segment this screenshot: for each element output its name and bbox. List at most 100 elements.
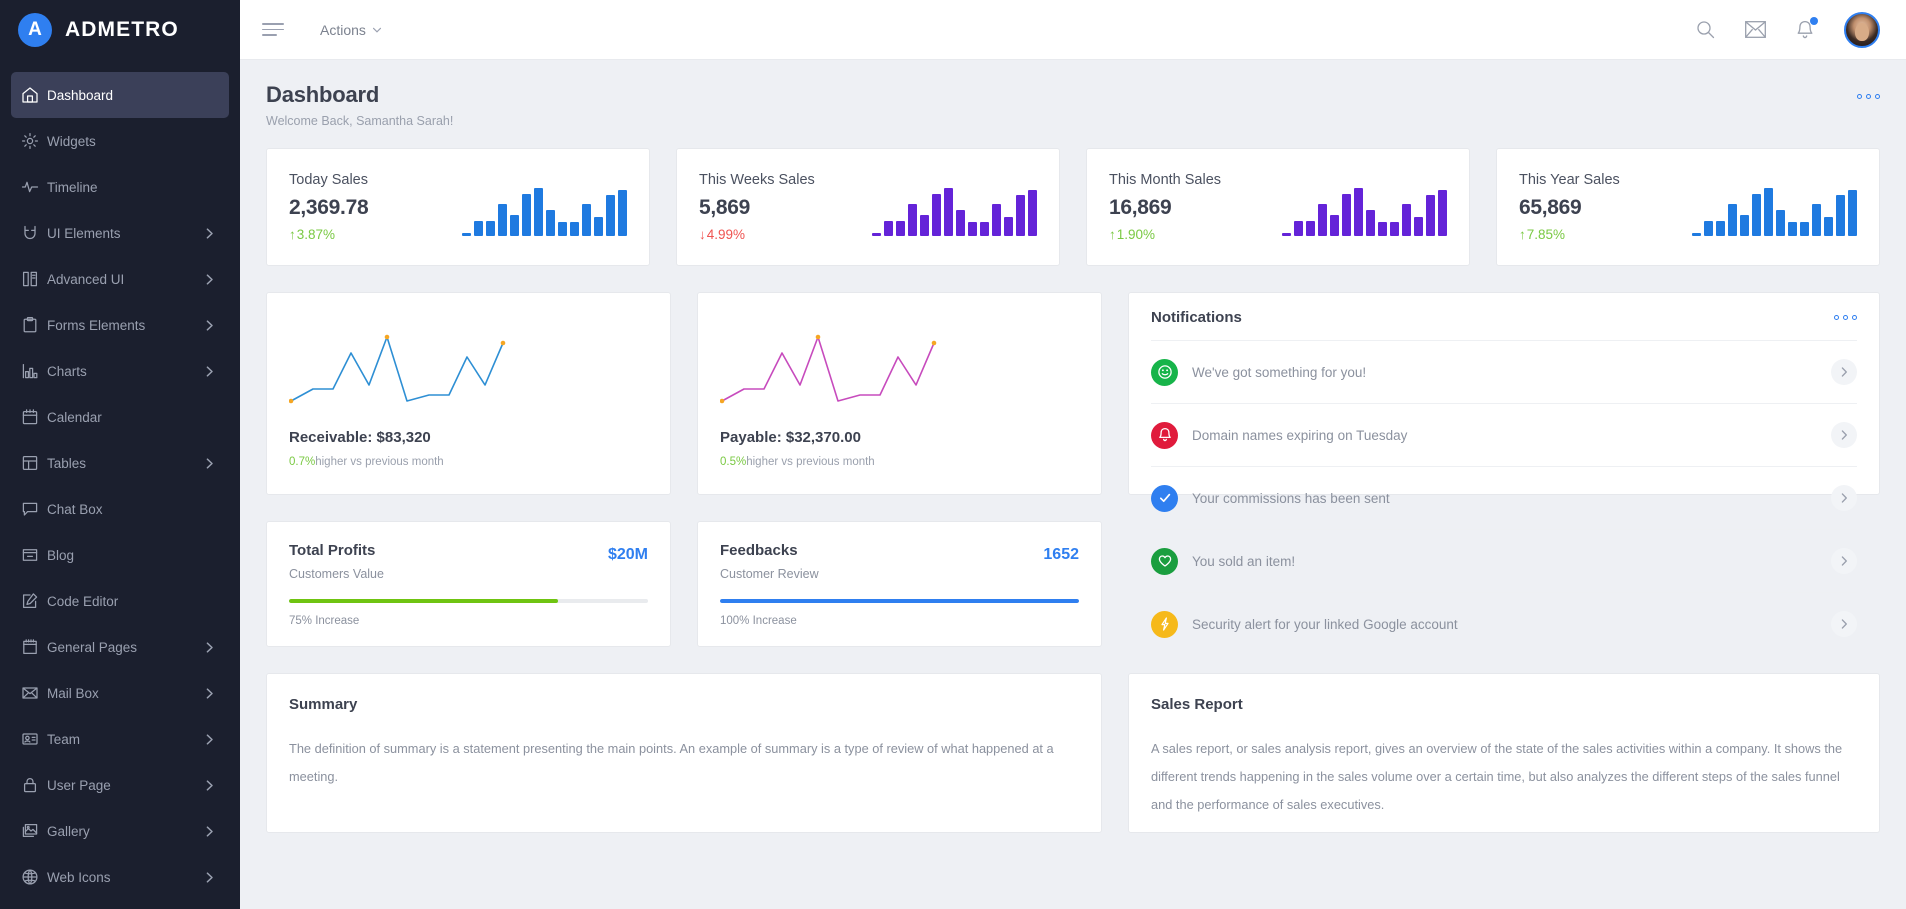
sidebar-item-label: Chat Box (47, 502, 219, 517)
progress-card: Total Profits Customers Value $20M 75% I… (266, 521, 671, 647)
spark-bar (510, 215, 519, 236)
sidebar-item-tables[interactable]: Tables (11, 440, 229, 486)
spark-bar (932, 194, 941, 236)
search-icon[interactable] (1696, 20, 1715, 39)
spark-bar (1378, 222, 1387, 236)
chevron-right-icon[interactable] (1831, 611, 1857, 637)
notification-item[interactable]: We've got something for you! (1151, 340, 1857, 403)
spark-bar (618, 190, 627, 236)
stat-title: This Weeks Sales (699, 172, 815, 188)
chevron-right-icon (203, 320, 217, 331)
avatar[interactable] (1844, 12, 1880, 48)
stat-value: 65,869 (1519, 196, 1620, 220)
line-card-title: Receivable: $83,320 (289, 429, 648, 446)
sidebar-item-team[interactable]: Team (11, 716, 229, 762)
sidebar-item-web-icons[interactable]: Web Icons (11, 854, 229, 900)
notification-text: Security alert for your linked Google ac… (1192, 617, 1817, 632)
spark-bar (1800, 222, 1809, 236)
summary-title: Summary (289, 696, 1079, 713)
sidebar-item-ui-elements[interactable]: UI Elements (11, 210, 229, 256)
sidebar-item-blog[interactable]: Blog (11, 532, 229, 578)
spark-bar (1294, 221, 1303, 236)
trend-arrow-icon: ↓ (699, 227, 706, 242)
sidebar-item-general-pages[interactable]: General Pages (11, 624, 229, 670)
notification-item[interactable]: Your commissions has been sent (1151, 466, 1857, 529)
progress-subtitle: Customer Review (720, 567, 819, 581)
sidebar-item-label: Mail Box (47, 686, 203, 701)
spark-bar (872, 233, 881, 236)
spark-bar (1836, 195, 1845, 236)
spark-bar (1704, 221, 1713, 236)
sidebar-item-charts[interactable]: Charts (11, 348, 229, 394)
layout-icon (21, 454, 47, 472)
sidebar-item-chat-box[interactable]: Chat Box (11, 486, 229, 532)
hamburger-icon[interactable] (262, 23, 284, 36)
sidebar-item-timeline[interactable]: Timeline (11, 164, 229, 210)
message-icon (21, 500, 47, 518)
progress-bar-fill (289, 599, 558, 603)
bottom-row: Summary The definition of summary is a s… (266, 673, 1880, 833)
spark-bar (896, 221, 905, 236)
spark-bar (980, 222, 989, 236)
notifications-more-options-icon[interactable] (1834, 315, 1857, 320)
sidebar: A ADMETRO Dashboard Widgets Timeline UI … (0, 0, 240, 909)
sales-report-title: Sales Report (1151, 696, 1857, 713)
sidebar-item-user-page[interactable]: User Page (11, 762, 229, 808)
mail-icon[interactable] (1745, 21, 1766, 38)
sidebar-item-gallery[interactable]: Gallery (11, 808, 229, 854)
sidebar-item-mail-box[interactable]: Mail Box (11, 670, 229, 716)
stats-row: Today Sales 2,369.78 ↑ 3.87% This Weeks … (266, 148, 1880, 266)
spark-bar (486, 221, 495, 236)
sidebar-item-widgets[interactable]: Widgets (11, 118, 229, 164)
progress-bar (720, 599, 1079, 603)
sidebar-item-label: Dashboard (47, 88, 219, 103)
stat-delta: ↑ 7.85% (1519, 227, 1620, 242)
page-subtitle: Welcome Back, Samantha Sarah! (266, 114, 453, 128)
spark-bar (1402, 204, 1411, 236)
sidebar-item-label: Code Editor (47, 594, 219, 609)
sidebar-item-forms-elements[interactable]: Forms Elements (11, 302, 229, 348)
chevron-right-icon (203, 458, 217, 469)
progress-note: 75% Increase (289, 615, 648, 627)
spark-bar (1740, 215, 1749, 236)
sidebar-item-code-editor[interactable]: Code Editor (11, 578, 229, 624)
spark-bar (570, 222, 579, 236)
gear-icon (21, 132, 47, 150)
chevron-right-icon[interactable] (1831, 485, 1857, 511)
actions-menu[interactable]: Actions (320, 22, 382, 38)
chevron-right-icon[interactable] (1831, 422, 1857, 448)
spark-bar (1716, 221, 1725, 236)
notification-item[interactable]: You sold an item! (1151, 529, 1857, 592)
bell-icon[interactable] (1796, 20, 1814, 40)
brand[interactable]: A ADMETRO (0, 0, 240, 60)
sidebar-item-label: Forms Elements (47, 318, 203, 333)
spark-bar (474, 221, 483, 236)
sidebar-item-label: Web Icons (47, 870, 203, 885)
sidebar-item-calendar[interactable]: Calendar (11, 394, 229, 440)
notification-item[interactable]: Security alert for your linked Google ac… (1151, 592, 1857, 655)
chevron-right-icon[interactable] (1831, 359, 1857, 385)
stat-delta-value: 4.99% (707, 227, 745, 242)
chevron-right-icon[interactable] (1831, 548, 1857, 574)
spark-bar (1824, 217, 1833, 236)
page-more-options-icon[interactable] (1857, 82, 1880, 99)
spark-bar (1282, 233, 1291, 236)
notifications-card: Notifications We've got something for yo… (1128, 292, 1880, 495)
stat-delta-value: 7.85% (1527, 227, 1565, 242)
sidebar-item-dashboard[interactable]: Dashboard (11, 72, 229, 118)
page-header: Dashboard Welcome Back, Samantha Sarah! (266, 82, 1880, 128)
line-card-percent: 0.5% (720, 456, 746, 468)
progress-title: Feedbacks (720, 542, 819, 559)
spark-bar (558, 222, 567, 236)
mail-icon (21, 684, 47, 702)
spark-bar (1306, 221, 1315, 236)
contact-card-icon (21, 730, 47, 748)
notification-item[interactable]: Domain names expiring on Tuesday (1151, 403, 1857, 466)
sidebar-item-advanced-ui[interactable]: Advanced UI (11, 256, 229, 302)
spark-bar (1728, 204, 1737, 236)
progress-title: Total Profits (289, 542, 384, 559)
sidebar-item-label: Calendar (47, 410, 219, 425)
line-card-note-text: higher vs previous month (746, 456, 874, 468)
edit-icon (21, 592, 47, 610)
spark-bar (1414, 217, 1423, 236)
